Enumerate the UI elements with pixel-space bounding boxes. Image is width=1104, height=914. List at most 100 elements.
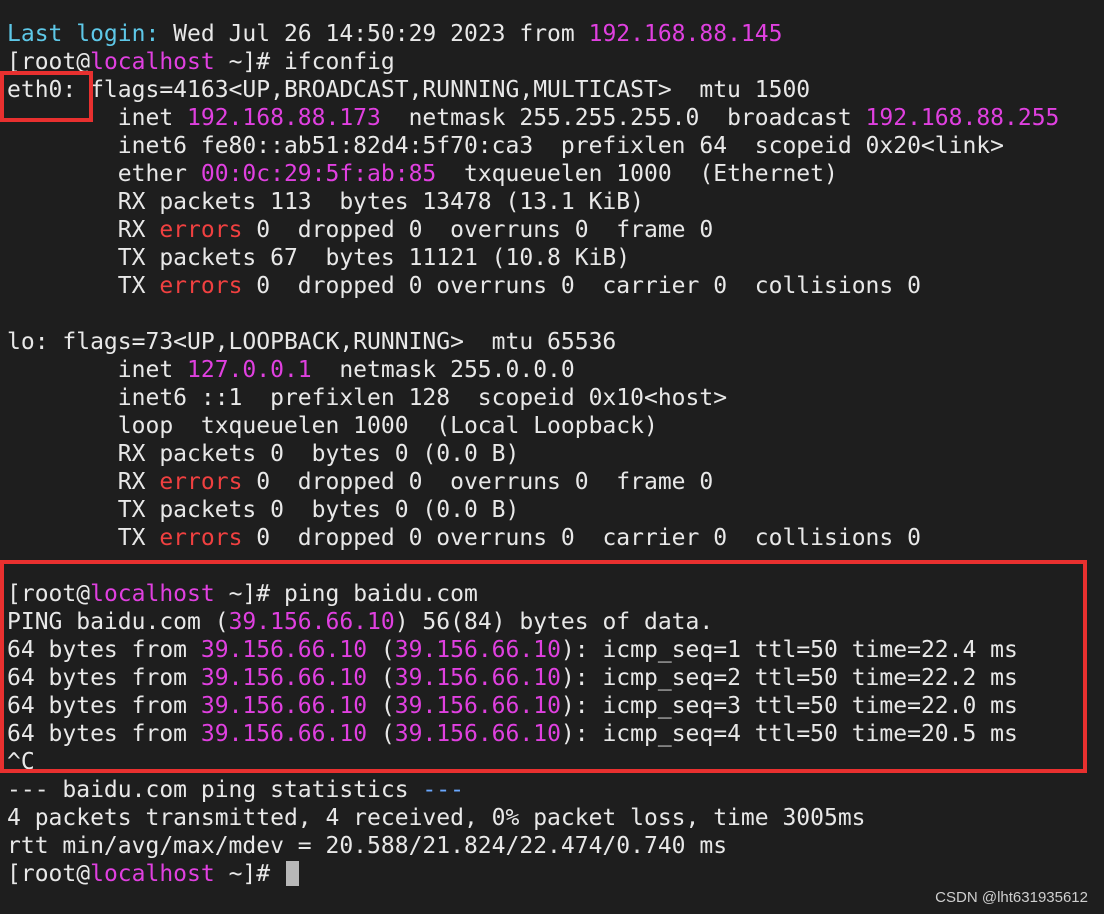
terminal-line: eth0: flags=4163<UP,BROADCAST,RUNNING,MU…: [7, 76, 1059, 104]
terminal-text-segment: ---: [422, 777, 464, 803]
terminal-text-segment: TX packets 0 bytes 0 (0.0 B): [7, 497, 520, 523]
terminal-line: PING baidu.com (39.156.66.10) 56(84) byt…: [7, 608, 1059, 636]
terminal-line: [root@localhost ~]# ping baidu.com: [7, 580, 1059, 608]
terminal-text-segment: txqueuelen 1000 (Ethernet): [436, 161, 838, 187]
terminal-text-segment: 39.156.66.10: [394, 665, 561, 691]
terminal-text-segment: Last login:: [7, 21, 160, 47]
terminal-text-segment: TX packets 67 bytes 11121 (10.8 KiB): [7, 245, 631, 271]
terminal-text-segment: 192.168.88.145: [588, 21, 783, 47]
terminal-line: RX packets 0 bytes 0 (0.0 B): [7, 440, 1059, 468]
terminal-line: 64 bytes from 39.156.66.10 (39.156.66.10…: [7, 720, 1059, 748]
terminal-text-segment: ): icmp_seq=2 ttl=50 time=22.2 ms: [560, 665, 1018, 691]
terminal-text-segment: Wed Jul 26 14:50:29 2023 from: [159, 21, 589, 47]
terminal-text-segment: loop txqueuelen 1000 (Local Loopback): [7, 413, 658, 439]
terminal-text-segment: lo: flags=73<UP,LOOPBACK,RUNNING> mtu 65…: [7, 329, 617, 355]
terminal-text-segment: ): icmp_seq=1 ttl=50 time=22.4 ms: [560, 637, 1018, 663]
terminal-text-segment: 64 bytes from: [7, 665, 201, 691]
terminal-text-segment: ): icmp_seq=4 ttl=50 time=20.5 ms: [560, 721, 1018, 747]
terminal-text-segment: ether: [7, 161, 201, 187]
terminal-line: TX errors 0 dropped 0 overruns 0 carrier…: [7, 272, 1059, 300]
terminal-text-segment: (: [367, 721, 395, 747]
terminal-text-segment: 127.0.0.1: [187, 357, 312, 383]
terminal-text-segment: ~]# ping baidu.com: [214, 581, 478, 607]
terminal-text-segment: rtt min/avg/max/mdev = 20.588/21.824/22.…: [7, 833, 728, 859]
terminal-text-segment: ~]#: [214, 861, 284, 887]
terminal-line: 64 bytes from 39.156.66.10 (39.156.66.10…: [7, 636, 1059, 664]
terminal-text-segment: (: [367, 693, 395, 719]
terminal-line: inet 127.0.0.1 netmask 255.0.0.0: [7, 356, 1059, 384]
terminal-text-segment: RX: [7, 217, 160, 243]
terminal-line: lo: flags=73<UP,LOOPBACK,RUNNING> mtu 65…: [7, 328, 1059, 356]
terminal-text-segment: 39.156.66.10: [200, 693, 368, 719]
terminal-text-segment: 64 bytes from: [7, 721, 201, 747]
terminal-text-segment: (: [367, 637, 395, 663]
terminal-text-segment: inet6 ::1 prefixlen 128 scopeid 0x10<hos…: [7, 385, 728, 411]
terminal-text-segment: [root@: [7, 861, 91, 887]
terminal-text-segment: RX packets 113 bytes 13478 (13.1 KiB): [7, 189, 644, 215]
terminal-line: [root@localhost ~]# ifconfig: [7, 48, 1059, 76]
terminal-output[interactable]: Last login: Wed Jul 26 14:50:29 2023 fro…: [7, 20, 1059, 888]
terminal-line: ^C: [7, 748, 1059, 776]
terminal-text-segment: 64 bytes from: [7, 637, 201, 663]
terminal-text-segment: 39.156.66.10: [394, 637, 561, 663]
terminal-text-segment: errors: [159, 525, 243, 551]
terminal-text-segment: localhost: [90, 49, 215, 75]
terminal-text-segment: RX: [7, 469, 160, 495]
terminal-text-segment: [root@: [7, 49, 91, 75]
terminal-text-segment: netmask 255.255.255.0 broadcast: [380, 105, 866, 131]
terminal-line: 4 packets transmitted, 4 received, 0% pa…: [7, 804, 1059, 832]
terminal-text-segment: 0 dropped 0 overruns 0 carrier 0 collisi…: [242, 273, 921, 299]
terminal-text-segment: localhost: [90, 581, 215, 607]
terminal-text-segment: inet: [7, 105, 188, 131]
terminal-line: Last login: Wed Jul 26 14:50:29 2023 fro…: [7, 20, 1059, 48]
terminal-text-segment: ~]# ifconfig: [214, 49, 395, 75]
terminal-text-segment: 39.156.66.10: [228, 609, 395, 635]
terminal-text-segment: 0 dropped 0 overruns 0 carrier 0 collisi…: [242, 525, 921, 551]
terminal-text-segment: 0 dropped 0 overruns 0 frame 0: [242, 469, 714, 495]
terminal-text-segment: ): icmp_seq=3 ttl=50 time=22.0 ms: [560, 693, 1018, 719]
terminal-text-segment: errors: [159, 273, 243, 299]
terminal-line: TX packets 0 bytes 0 (0.0 B): [7, 496, 1059, 524]
terminal-text-segment: 39.156.66.10: [200, 721, 368, 747]
terminal-line: inet 192.168.88.173 netmask 255.255.255.…: [7, 104, 1060, 132]
terminal-line: TX errors 0 dropped 0 overruns 0 carrier…: [7, 524, 1059, 552]
terminal-line: RX packets 113 bytes 13478 (13.1 KiB): [7, 188, 1059, 216]
terminal-text-segment: errors: [159, 469, 243, 495]
terminal-text-segment: 39.156.66.10: [200, 665, 368, 691]
terminal-text-segment: TX: [7, 273, 160, 299]
terminal-text-segment: --- baidu.com ping statistics: [7, 777, 423, 803]
terminal-line: TX packets 67 bytes 11121 (10.8 KiB): [7, 244, 1059, 272]
terminal-line: rtt min/avg/max/mdev = 20.588/21.824/22.…: [7, 832, 1059, 860]
terminal-text-segment: RX packets 0 bytes 0 (0.0 B): [7, 441, 520, 467]
terminal-line: [root@localhost ~]#: [7, 860, 1059, 888]
terminal-text-segment: 4 packets transmitted, 4 received, 0% pa…: [7, 805, 866, 831]
terminal-text-segment: (: [367, 665, 395, 691]
terminal-text-segment: ^C: [7, 749, 35, 775]
terminal-text-segment: 192.168.88.173: [187, 105, 381, 131]
terminal-line: 64 bytes from 39.156.66.10 (39.156.66.10…: [7, 664, 1059, 692]
terminal-text-segment: inet6 fe80::ab51:82d4:5f70:ca3 prefixlen…: [7, 133, 1004, 159]
terminal-line: RX errors 0 dropped 0 overruns 0 frame 0: [7, 468, 1059, 496]
terminal-line: loop txqueuelen 1000 (Local Loopback): [7, 412, 1059, 440]
terminal-line: 64 bytes from 39.156.66.10 (39.156.66.10…: [7, 692, 1059, 720]
terminal-text-segment: 39.156.66.10: [394, 721, 561, 747]
terminal-text-segment: 0 dropped 0 overruns 0 frame 0: [242, 217, 714, 243]
terminal-text-segment: 39.156.66.10: [200, 637, 368, 663]
terminal-text-segment: eth0: flags=4163<UP,BROADCAST,RUNNING,MU…: [7, 77, 811, 103]
terminal-line: inet6 ::1 prefixlen 128 scopeid 0x10<hos…: [7, 384, 1059, 412]
terminal-text-segment: ) 56(84) bytes of data.: [394, 609, 714, 635]
terminal-line: inet6 fe80::ab51:82d4:5f70:ca3 prefixlen…: [7, 132, 1059, 160]
terminal-text-segment: errors: [159, 217, 243, 243]
terminal-text-segment: TX: [7, 525, 160, 551]
terminal-cursor[interactable]: [285, 861, 299, 886]
terminal-line: ether 00:0c:29:5f:ab:85 txqueuelen 1000 …: [7, 160, 1059, 188]
terminal-text-segment: 00:0c:29:5f:ab:85: [200, 161, 437, 187]
terminal-text-segment: 39.156.66.10: [394, 693, 561, 719]
watermark: CSDN @lht631935612: [935, 889, 1088, 906]
terminal-text-segment: [root@: [7, 581, 91, 607]
terminal-line: RX errors 0 dropped 0 overruns 0 frame 0: [7, 216, 1059, 244]
terminal-text-segment: localhost: [90, 861, 215, 887]
terminal-text-segment: netmask 255.0.0.0: [311, 357, 575, 383]
